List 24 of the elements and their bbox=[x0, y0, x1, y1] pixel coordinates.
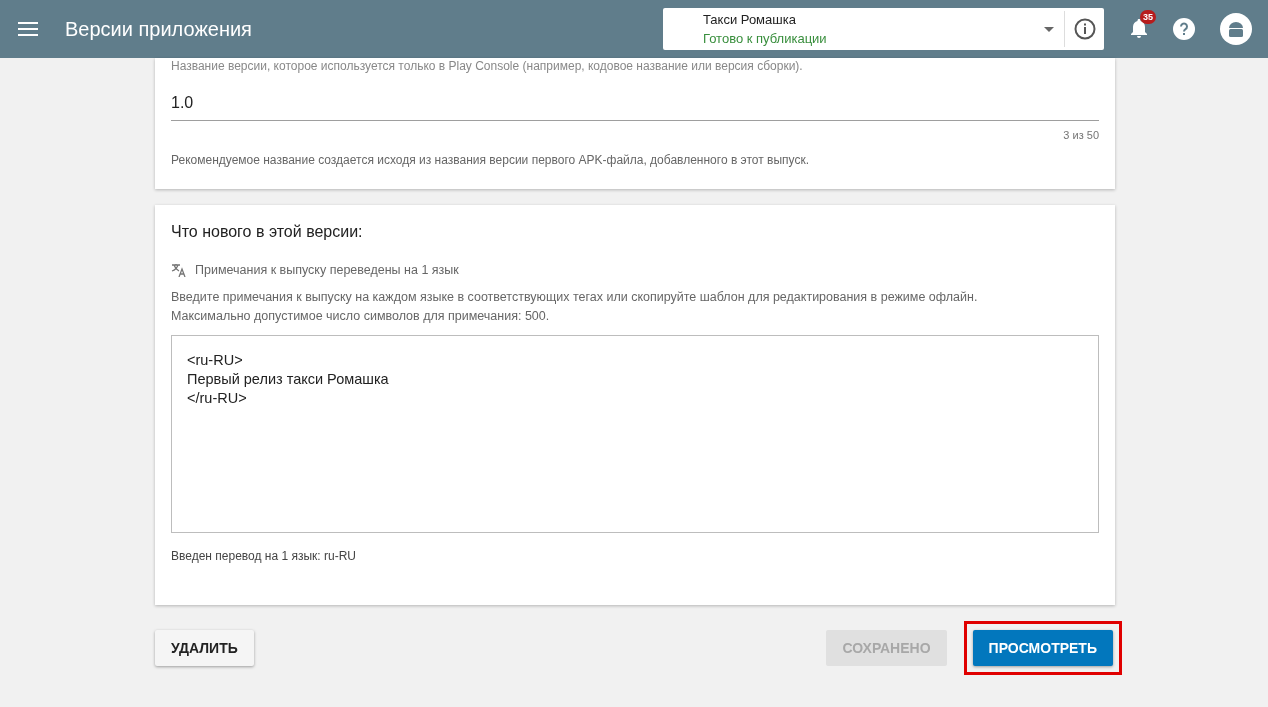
section-title: Что нового в этой версии: bbox=[171, 223, 364, 241]
character-counter: 3 из 50 bbox=[1063, 129, 1099, 141]
action-button[interactable]: УДАЛИТЬ bbox=[155, 630, 254, 666]
instruction-text: Введите примечания к выпуску на каждом языке в соответствующих тегах или скопируйте шаблон для редактирования в режиме офлайн. bbox=[171, 290, 979, 304]
translation-status: Примечания к выпуску переведены на 1 язык bbox=[195, 263, 459, 277]
caret-icon[interactable] bbox=[1044, 26, 1054, 32]
release-notes-field[interactable]: <ru-RU> Первый релиз такси Ромашка </ru-RU> bbox=[171, 335, 1099, 533]
bell-icon[interactable] bbox=[1130, 19, 1148, 39]
app-status: Готово к публикации bbox=[703, 31, 828, 46]
notification-count: 35 bbox=[1140, 10, 1156, 24]
page-title: Версии приложения bbox=[65, 17, 252, 41]
version-name-field[interactable]: 1.0 bbox=[171, 87, 1099, 121]
app-selector[interactable]: Такси Ромашка Готово к публикации bbox=[663, 8, 1104, 50]
help-text: Рекомендуемое название создается исходя из названия версии первого APK-файла, добавленного в этот выпуск. bbox=[171, 153, 810, 167]
info-icon[interactable] bbox=[1074, 18, 1096, 40]
translate-icon bbox=[171, 263, 186, 277]
action-button[interactable]: ПРОСМОТРЕТЬ bbox=[972, 630, 1113, 666]
menu-icon[interactable] bbox=[18, 22, 38, 36]
app-name: Такси Ромашка bbox=[703, 12, 797, 27]
translation-summary: Введен перевод на 1 язык: ru-RU bbox=[171, 549, 357, 563]
android-avatar-icon[interactable] bbox=[1220, 13, 1252, 45]
help-icon[interactable] bbox=[1173, 18, 1195, 40]
instruction-text: Максимально допустимое число символов для примечания: 500. bbox=[171, 309, 551, 323]
field-hint: Название версии, которое используется только в Play Console (например, кодовое название или версия сборки). bbox=[171, 59, 804, 73]
